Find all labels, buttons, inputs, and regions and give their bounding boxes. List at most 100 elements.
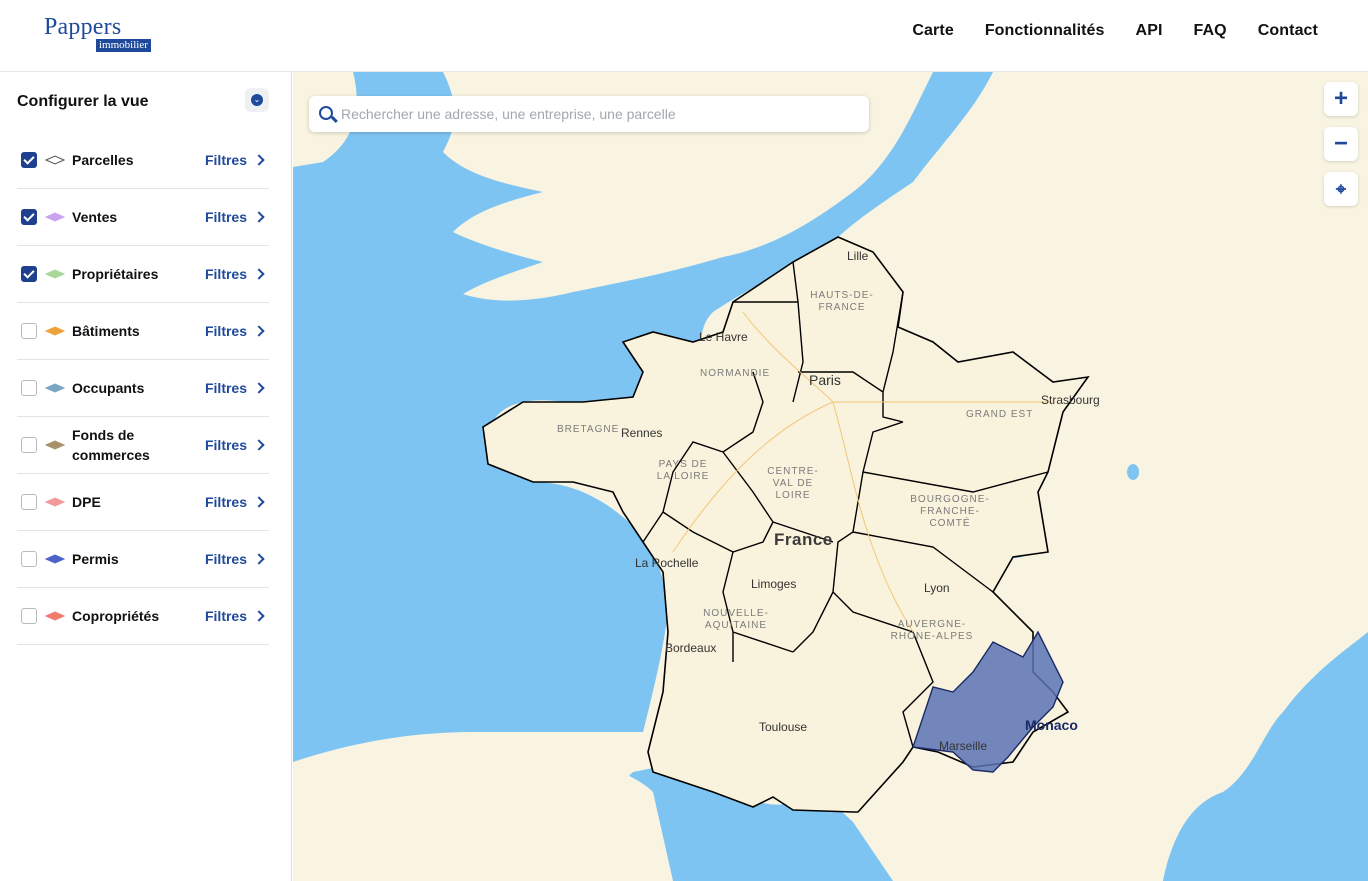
logo-main-text: Pappers <box>44 14 122 40</box>
city-label: Marseille <box>939 739 988 753</box>
city-label: La Rochelle <box>635 556 699 570</box>
layer-checkbox[interactable] <box>21 209 37 225</box>
map-canvas[interactable]: + − ⌖ Lille Le Havre Paris Strasbourg Re… <box>293 72 1368 881</box>
region-label: BRETAGNE <box>557 424 620 435</box>
nav-carte[interactable]: Carte <box>912 22 953 40</box>
filters-label: Filtres <box>204 551 247 567</box>
chevron-right-icon <box>253 325 265 337</box>
filters-label: Filtres <box>204 494 247 510</box>
layers-sidebar: Configurer la vue ⌄ Parcelles Filtres Vent… <box>0 72 292 881</box>
city-label: Rennes <box>621 426 663 440</box>
map-search-bar[interactable] <box>309 96 869 132</box>
region-label: PAYS DE LA LOIRE <box>656 459 710 482</box>
layer-label: Occupants <box>72 380 145 396</box>
layer-row[interactable]: Parcelles Filtres <box>17 132 269 189</box>
layer-row[interactable]: DPE Filtres <box>17 474 269 531</box>
collapse-button[interactable]: ⌄ <box>245 88 269 112</box>
filters-link[interactable]: Filtres <box>204 551 265 567</box>
layer-label: Copropriétés <box>72 608 160 624</box>
layer-color-icon <box>45 269 65 279</box>
city-label: Toulouse <box>759 720 808 734</box>
layer-color-icon <box>45 326 65 336</box>
zoom-out-button[interactable]: − <box>1324 127 1358 161</box>
layer-checkbox[interactable] <box>21 494 37 510</box>
layer-color-icon <box>45 554 65 564</box>
layer-label: Bâtiments <box>72 323 140 339</box>
city-label: Lille <box>847 249 869 263</box>
region-label: AUVERGNE-RHÔNE-ALPES <box>890 619 974 642</box>
layer-row[interactable]: Ventes Filtres <box>17 189 269 246</box>
layer-row[interactable]: Propriétaires Filtres <box>17 246 269 303</box>
filters-label: Filtres <box>204 209 247 225</box>
layer-label: DPE <box>72 494 101 510</box>
layer-color-icon <box>45 155 65 165</box>
layer-color-icon <box>45 212 65 222</box>
region-label: HAUTS-DE-FRANCE <box>810 290 874 313</box>
map-basemap <box>293 72 1368 881</box>
layer-row[interactable]: Copropriétés Filtres <box>17 588 269 645</box>
layer-row[interactable]: Bâtiments Filtres <box>17 303 269 360</box>
zoom-in-button[interactable]: + <box>1324 82 1358 116</box>
chevron-right-icon <box>253 382 265 394</box>
chevron-right-icon <box>253 610 265 622</box>
layer-label: Ventes <box>72 209 118 225</box>
top-header: Pappers immobilier Carte Fonctionnalités… <box>0 0 1368 72</box>
layer-color-icon <box>45 497 65 507</box>
layer-checkbox[interactable] <box>21 152 37 168</box>
filters-link[interactable]: Filtres <box>204 209 265 225</box>
city-label: Paris <box>809 372 841 388</box>
chevron-right-icon <box>253 439 265 451</box>
layer-list: Parcelles Filtres Ventes Filtres Propriétair… <box>17 132 269 645</box>
locate-button[interactable]: ⌖ <box>1324 172 1358 206</box>
layer-row[interactable]: Fonds de commerces Filtres <box>17 417 269 474</box>
locate-icon: ⌖ <box>1335 178 1347 199</box>
chevron-right-icon <box>253 553 265 565</box>
filters-link[interactable]: Filtres <box>204 152 265 168</box>
chevron-right-icon <box>253 496 265 508</box>
search-input[interactable] <box>341 102 861 126</box>
chevron-right-icon <box>253 268 265 280</box>
filters-link[interactable]: Filtres <box>204 494 265 510</box>
layer-checkbox[interactable] <box>21 608 37 624</box>
layer-checkbox[interactable] <box>21 551 37 567</box>
filters-link[interactable]: Filtres <box>204 380 265 396</box>
layer-row[interactable]: Occupants Filtres <box>17 360 269 417</box>
region-label: CENTRE-VAL DE LOIRE <box>767 466 819 501</box>
nav-contact[interactable]: Contact <box>1258 22 1318 40</box>
layer-color-icon <box>45 383 65 393</box>
filters-link[interactable]: Filtres <box>204 266 265 282</box>
nav-fonctionnalites[interactable]: Fonctionnalités <box>985 22 1105 40</box>
nav-api[interactable]: API <box>1136 22 1163 40</box>
region-label: BOURGOGNE-FRANCHE-COMTÉ <box>910 494 990 529</box>
layer-label: Propriétaires <box>72 266 159 282</box>
search-icon <box>319 106 333 120</box>
layer-checkbox[interactable] <box>21 437 37 453</box>
filters-link[interactable]: Filtres <box>205 437 265 453</box>
sidebar-title: Configurer la vue <box>17 93 149 110</box>
layer-color-icon <box>45 611 65 621</box>
filters-link[interactable]: Filtres <box>205 323 265 339</box>
filters-link[interactable]: Filtres <box>205 608 265 624</box>
country-label: France <box>774 530 833 549</box>
logo-sub-text: immobilier <box>96 39 151 52</box>
city-label: Bordeaux <box>665 641 717 655</box>
nav-faq[interactable]: FAQ <box>1194 22 1227 40</box>
layer-label: Fonds de commerces <box>72 427 150 463</box>
city-label: Le Havre <box>699 330 748 344</box>
city-label: Monaco <box>1025 717 1078 733</box>
plus-icon: + <box>1333 85 1348 112</box>
city-label: Limoges <box>751 577 797 591</box>
pappers-logo[interactable]: Pappers immobilier <box>44 14 164 54</box>
layer-checkbox[interactable] <box>21 323 37 339</box>
filters-label: Filtres <box>204 152 247 168</box>
layer-label: Permis <box>72 551 119 567</box>
layer-row[interactable]: Permis Filtres <box>17 531 269 588</box>
filters-label: Filtres <box>204 380 247 396</box>
layer-checkbox[interactable] <box>21 266 37 282</box>
minus-icon: − <box>1333 130 1348 157</box>
layer-color-icon <box>45 440 65 450</box>
layer-checkbox[interactable] <box>21 380 37 396</box>
city-label: Strasbourg <box>1041 393 1100 407</box>
chevron-down-icon: ⌄ <box>251 94 263 106</box>
filters-label: Filtres <box>204 266 247 282</box>
